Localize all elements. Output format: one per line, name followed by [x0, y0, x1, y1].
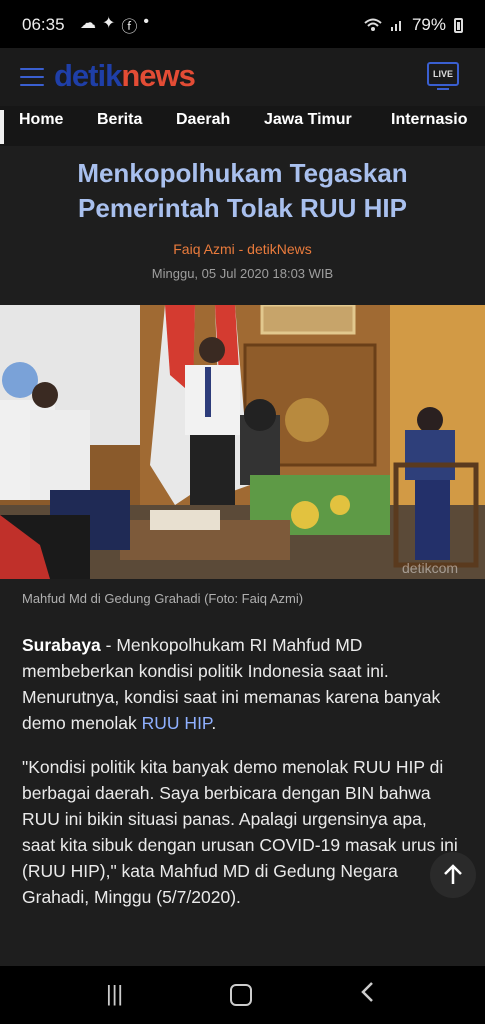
app-header: detiknews LIVE [0, 48, 485, 106]
facebook-icon: ⓕ [121, 19, 138, 36]
back-icon [361, 982, 373, 1002]
nav-item-jawa-timur[interactable]: Jawa Timur [264, 111, 352, 129]
article-date: Minggu, 05 Jul 2020 18:03 WIB [151, 266, 334, 281]
dot-icon: • [143, 13, 150, 30]
battery-icon [454, 17, 463, 33]
nav-item-berita[interactable]: Berita [97, 111, 142, 129]
article: Menkopolhukam Tegaskan Pemerintah Tolak … [0, 146, 485, 966]
arrow-up-icon [444, 864, 462, 884]
twitter-icon: ✦ [102, 15, 116, 32]
article-byline[interactable]: Faiq Azmi - detikNews [0, 241, 485, 257]
category-nav: Home Berita Daerah Jawa Timur Internasio [0, 106, 485, 146]
article-paragraph-2: "Kondisi politik kita banyak demo menola… [22, 757, 458, 907]
home-button[interactable] [230, 984, 252, 1006]
recent-apps-button[interactable]: ||| [106, 981, 123, 1007]
detiknews-logo[interactable]: detiknews [54, 58, 196, 94]
photo-caption: Mahfud Md di Gedung Grahadi (Foto: Faiq … [22, 591, 304, 606]
signal-icon [390, 21, 401, 31]
wifi-icon [364, 18, 382, 31]
back-button[interactable] [360, 981, 374, 1009]
battery-percent: 79% [411, 15, 446, 34]
live-tv-icon[interactable]: LIVE [427, 62, 459, 90]
nav-item-internasional[interactable]: Internasio [391, 111, 467, 129]
status-time: 06:35 [22, 15, 65, 34]
ruu-hip-link[interactable]: RUU HIP [142, 713, 212, 733]
article-paragraph-1: Surabaya - Menkopolhukam RI Mahfud MD me… [22, 632, 462, 736]
nav-item-home[interactable]: Home [19, 111, 63, 129]
weather-icon: ☁ [80, 15, 96, 32]
photo-watermark: detikcom [402, 560, 458, 576]
article-title: Menkopolhukam Tegaskan Pemerintah Tolak … [77, 158, 408, 223]
dateline-location: Surabaya [22, 635, 101, 655]
paragraph-1-end: . [211, 713, 217, 733]
system-nav-bar: ||| [0, 966, 485, 1024]
scroll-to-top-button[interactable] [430, 852, 476, 898]
nav-item-daerah[interactable]: Daerah [176, 111, 230, 129]
article-photo[interactable]: detikcom [0, 305, 485, 579]
logo-news: news [121, 58, 196, 93]
logo-detik: detik [54, 58, 122, 93]
status-bar: 06:35 ☁ ✦ ⓕ • 79% [0, 0, 485, 48]
notification-icons: ☁ ✦ ⓕ • [80, 13, 149, 37]
menu-icon[interactable] [20, 68, 44, 86]
